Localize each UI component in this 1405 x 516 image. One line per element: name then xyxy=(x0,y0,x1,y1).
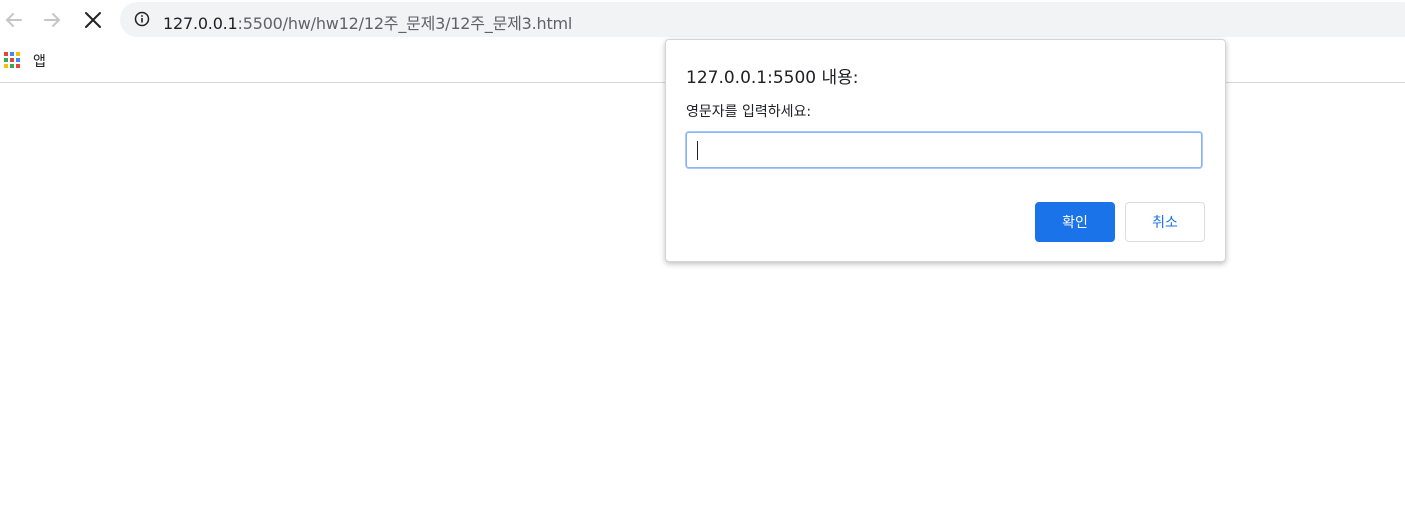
dialog-message: 영문자를 입력하세요: xyxy=(686,104,812,120)
info-icon[interactable] xyxy=(134,11,150,27)
dialog-title: 127.0.0.1:5500 내용: xyxy=(686,68,859,88)
prompt-input[interactable] xyxy=(686,132,1202,168)
browser-toolbar: 127.0.0.1:5500/hw/hw12/12주_문제3/12주_문제3.h… xyxy=(0,0,1405,40)
prompt-dialog: 127.0.0.1:5500 내용: 영문자를 입력하세요: 확인 취소 xyxy=(665,39,1226,262)
apps-grid-icon xyxy=(4,52,22,70)
apps-label: 앱 xyxy=(33,54,46,70)
cancel-button[interactable]: 취소 xyxy=(1125,202,1205,242)
text-caret xyxy=(697,141,698,160)
close-icon xyxy=(85,12,101,28)
address-bar[interactable]: 127.0.0.1:5500/hw/hw12/12주_문제3/12주_문제3.h… xyxy=(120,2,1405,37)
forward-button[interactable] xyxy=(38,6,66,34)
arrow-left-icon xyxy=(5,13,22,27)
ok-button[interactable]: 확인 xyxy=(1035,202,1115,242)
apps-shortcut[interactable]: 앱 xyxy=(4,51,46,71)
url-host: 127.0.0.1 xyxy=(163,14,238,33)
url-text: 127.0.0.1:5500/hw/hw12/12주_문제3/12주_문제3.h… xyxy=(163,10,572,34)
arrow-right-icon xyxy=(44,13,61,27)
back-button[interactable] xyxy=(0,6,28,34)
stop-loading-button[interactable] xyxy=(79,6,107,34)
url-path: :5500/hw/hw12/12주_문제3/12주_문제3.html xyxy=(237,14,573,33)
